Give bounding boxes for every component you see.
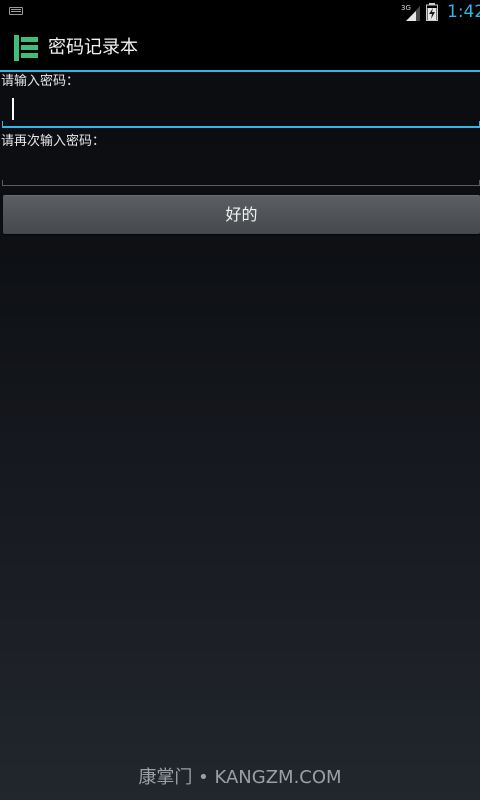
confirm-password-label: 请再次输入密码： [1,134,106,149]
list-app-icon[interactable] [12,34,40,62]
password-label: 请输入密码： [1,74,80,89]
confirm-password-underline [2,185,480,186]
password-underline [2,126,480,128]
status-time: 1:42 [447,2,480,22]
battery-charging-icon [426,3,438,21]
text-cursor [12,98,14,120]
action-bar-divider [0,70,480,72]
ok-button[interactable]: 好的 [3,195,480,234]
signal-3g-icon: 3G [401,4,420,21]
status-bar: 3G 1:42 [0,0,480,25]
keyboard-icon [9,7,23,15]
page-title: 密码记录本 [48,37,138,58]
network-type-label: 3G [401,4,411,12]
watermark: 康掌门 • KANGZM.COM [138,767,342,788]
password-input[interactable] [0,92,480,128]
action-bar: 密码记录本 [0,25,480,71]
confirm-password-input[interactable] [0,151,480,187]
